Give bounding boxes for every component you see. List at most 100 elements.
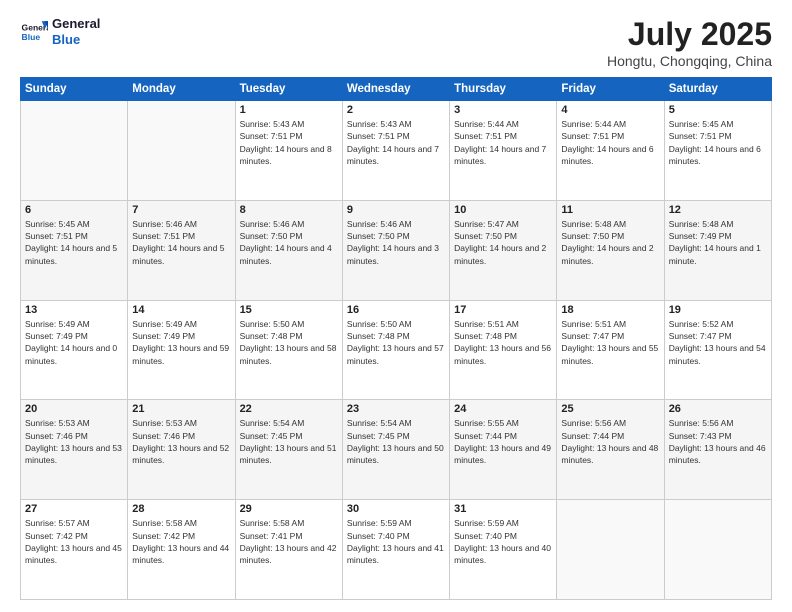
day-detail: Sunrise: 5:56 AMSunset: 7:44 PMDaylight:… xyxy=(561,417,659,466)
day-detail: Sunrise: 5:50 AMSunset: 7:48 PMDaylight:… xyxy=(347,318,445,367)
calendar-table: Sunday Monday Tuesday Wednesday Thursday… xyxy=(20,77,772,600)
day-detail: Sunrise: 5:58 AMSunset: 7:41 PMDaylight:… xyxy=(240,517,338,566)
calendar-cell: 25 Sunrise: 5:56 AMSunset: 7:44 PMDaylig… xyxy=(557,400,664,500)
calendar-cell: 10 Sunrise: 5:47 AMSunset: 7:50 PMDaylig… xyxy=(450,200,557,300)
calendar-cell: 28 Sunrise: 5:58 AMSunset: 7:42 PMDaylig… xyxy=(128,500,235,600)
day-detail: Sunrise: 5:43 AMSunset: 7:51 PMDaylight:… xyxy=(347,118,445,167)
day-detail: Sunrise: 5:57 AMSunset: 7:42 PMDaylight:… xyxy=(25,517,123,566)
calendar-cell: 11 Sunrise: 5:48 AMSunset: 7:50 PMDaylig… xyxy=(557,200,664,300)
calendar-week-row: 20 Sunrise: 5:53 AMSunset: 7:46 PMDaylig… xyxy=(21,400,772,500)
svg-text:Blue: Blue xyxy=(22,31,41,41)
calendar-cell xyxy=(21,101,128,201)
calendar-cell: 4 Sunrise: 5:44 AMSunset: 7:51 PMDayligh… xyxy=(557,101,664,201)
calendar-cell: 23 Sunrise: 5:54 AMSunset: 7:45 PMDaylig… xyxy=(342,400,449,500)
calendar-cell: 21 Sunrise: 5:53 AMSunset: 7:46 PMDaylig… xyxy=(128,400,235,500)
day-number: 18 xyxy=(561,304,659,316)
day-number: 22 xyxy=(240,403,338,415)
col-tuesday: Tuesday xyxy=(235,78,342,101)
logo: General Blue General Blue xyxy=(20,16,100,47)
day-number: 6 xyxy=(25,204,123,216)
calendar-header-row: Sunday Monday Tuesday Wednesday Thursday… xyxy=(21,78,772,101)
calendar-cell: 16 Sunrise: 5:50 AMSunset: 7:48 PMDaylig… xyxy=(342,300,449,400)
day-number: 14 xyxy=(132,304,230,316)
day-detail: Sunrise: 5:54 AMSunset: 7:45 PMDaylight:… xyxy=(240,417,338,466)
calendar-week-row: 27 Sunrise: 5:57 AMSunset: 7:42 PMDaylig… xyxy=(21,500,772,600)
calendar-cell: 3 Sunrise: 5:44 AMSunset: 7:51 PMDayligh… xyxy=(450,101,557,201)
day-number: 2 xyxy=(347,104,445,116)
day-number: 19 xyxy=(669,304,767,316)
calendar-cell: 30 Sunrise: 5:59 AMSunset: 7:40 PMDaylig… xyxy=(342,500,449,600)
calendar-cell: 14 Sunrise: 5:49 AMSunset: 7:49 PMDaylig… xyxy=(128,300,235,400)
calendar-cell: 20 Sunrise: 5:53 AMSunset: 7:46 PMDaylig… xyxy=(21,400,128,500)
title-block: July 2025 Hongtu, Chongqing, China xyxy=(607,16,772,69)
day-number: 27 xyxy=(25,503,123,515)
day-detail: Sunrise: 5:59 AMSunset: 7:40 PMDaylight:… xyxy=(347,517,445,566)
day-number: 21 xyxy=(132,403,230,415)
day-detail: Sunrise: 5:46 AMSunset: 7:51 PMDaylight:… xyxy=(132,218,230,267)
day-detail: Sunrise: 5:53 AMSunset: 7:46 PMDaylight:… xyxy=(132,417,230,466)
day-detail: Sunrise: 5:50 AMSunset: 7:48 PMDaylight:… xyxy=(240,318,338,367)
day-detail: Sunrise: 5:55 AMSunset: 7:44 PMDaylight:… xyxy=(454,417,552,466)
day-number: 7 xyxy=(132,204,230,216)
day-detail: Sunrise: 5:51 AMSunset: 7:47 PMDaylight:… xyxy=(561,318,659,367)
calendar-cell: 5 Sunrise: 5:45 AMSunset: 7:51 PMDayligh… xyxy=(664,101,771,201)
day-number: 29 xyxy=(240,503,338,515)
day-number: 13 xyxy=(25,304,123,316)
calendar-cell: 7 Sunrise: 5:46 AMSunset: 7:51 PMDayligh… xyxy=(128,200,235,300)
calendar-cell: 17 Sunrise: 5:51 AMSunset: 7:48 PMDaylig… xyxy=(450,300,557,400)
calendar-week-row: 13 Sunrise: 5:49 AMSunset: 7:49 PMDaylig… xyxy=(21,300,772,400)
calendar-cell: 19 Sunrise: 5:52 AMSunset: 7:47 PMDaylig… xyxy=(664,300,771,400)
day-detail: Sunrise: 5:56 AMSunset: 7:43 PMDaylight:… xyxy=(669,417,767,466)
calendar-cell xyxy=(664,500,771,600)
day-number: 15 xyxy=(240,304,338,316)
calendar-cell: 26 Sunrise: 5:56 AMSunset: 7:43 PMDaylig… xyxy=(664,400,771,500)
calendar-cell: 22 Sunrise: 5:54 AMSunset: 7:45 PMDaylig… xyxy=(235,400,342,500)
day-detail: Sunrise: 5:52 AMSunset: 7:47 PMDaylight:… xyxy=(669,318,767,367)
day-detail: Sunrise: 5:59 AMSunset: 7:40 PMDaylight:… xyxy=(454,517,552,566)
day-number: 23 xyxy=(347,403,445,415)
day-detail: Sunrise: 5:49 AMSunset: 7:49 PMDaylight:… xyxy=(25,318,123,367)
col-saturday: Saturday xyxy=(664,78,771,101)
calendar-cell: 15 Sunrise: 5:50 AMSunset: 7:48 PMDaylig… xyxy=(235,300,342,400)
calendar-week-row: 1 Sunrise: 5:43 AMSunset: 7:51 PMDayligh… xyxy=(21,101,772,201)
calendar-cell: 24 Sunrise: 5:55 AMSunset: 7:44 PMDaylig… xyxy=(450,400,557,500)
logo-icon: General Blue xyxy=(20,18,48,46)
day-number: 30 xyxy=(347,503,445,515)
day-detail: Sunrise: 5:54 AMSunset: 7:45 PMDaylight:… xyxy=(347,417,445,466)
day-detail: Sunrise: 5:53 AMSunset: 7:46 PMDaylight:… xyxy=(25,417,123,466)
col-friday: Friday xyxy=(557,78,664,101)
day-number: 9 xyxy=(347,204,445,216)
day-number: 31 xyxy=(454,503,552,515)
calendar-cell: 8 Sunrise: 5:46 AMSunset: 7:50 PMDayligh… xyxy=(235,200,342,300)
day-number: 25 xyxy=(561,403,659,415)
day-detail: Sunrise: 5:46 AMSunset: 7:50 PMDaylight:… xyxy=(240,218,338,267)
day-number: 4 xyxy=(561,104,659,116)
day-detail: Sunrise: 5:43 AMSunset: 7:51 PMDaylight:… xyxy=(240,118,338,167)
calendar-cell: 1 Sunrise: 5:43 AMSunset: 7:51 PMDayligh… xyxy=(235,101,342,201)
day-number: 5 xyxy=(669,104,767,116)
day-detail: Sunrise: 5:44 AMSunset: 7:51 PMDaylight:… xyxy=(561,118,659,167)
page: General Blue General Blue July 2025 Hong… xyxy=(0,0,792,612)
day-number: 1 xyxy=(240,104,338,116)
day-detail: Sunrise: 5:49 AMSunset: 7:49 PMDaylight:… xyxy=(132,318,230,367)
calendar-cell: 27 Sunrise: 5:57 AMSunset: 7:42 PMDaylig… xyxy=(21,500,128,600)
col-monday: Monday xyxy=(128,78,235,101)
day-detail: Sunrise: 5:48 AMSunset: 7:49 PMDaylight:… xyxy=(669,218,767,267)
calendar-cell xyxy=(128,101,235,201)
calendar-cell: 13 Sunrise: 5:49 AMSunset: 7:49 PMDaylig… xyxy=(21,300,128,400)
day-detail: Sunrise: 5:46 AMSunset: 7:50 PMDaylight:… xyxy=(347,218,445,267)
day-number: 12 xyxy=(669,204,767,216)
col-sunday: Sunday xyxy=(21,78,128,101)
header: General Blue General Blue July 2025 Hong… xyxy=(20,16,772,69)
calendar-week-row: 6 Sunrise: 5:45 AMSunset: 7:51 PMDayligh… xyxy=(21,200,772,300)
day-detail: Sunrise: 5:45 AMSunset: 7:51 PMDaylight:… xyxy=(25,218,123,267)
subtitle: Hongtu, Chongqing, China xyxy=(607,53,772,69)
day-number: 20 xyxy=(25,403,123,415)
col-wednesday: Wednesday xyxy=(342,78,449,101)
calendar-cell: 31 Sunrise: 5:59 AMSunset: 7:40 PMDaylig… xyxy=(450,500,557,600)
day-detail: Sunrise: 5:45 AMSunset: 7:51 PMDaylight:… xyxy=(669,118,767,167)
day-number: 3 xyxy=(454,104,552,116)
day-detail: Sunrise: 5:58 AMSunset: 7:42 PMDaylight:… xyxy=(132,517,230,566)
day-number: 28 xyxy=(132,503,230,515)
day-detail: Sunrise: 5:48 AMSunset: 7:50 PMDaylight:… xyxy=(561,218,659,267)
